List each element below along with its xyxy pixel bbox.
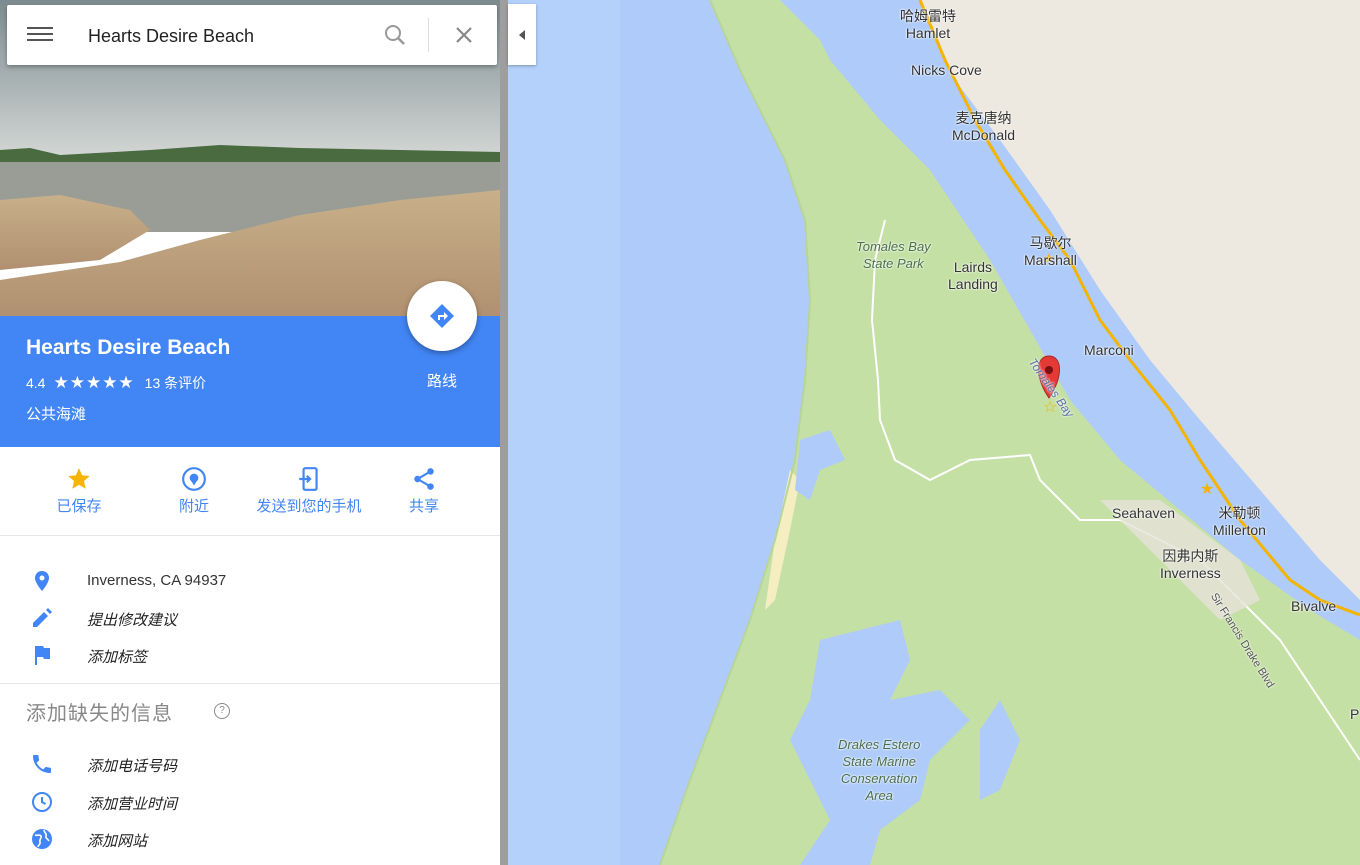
nearby-label: 附近 — [178, 498, 209, 515]
suggest-edit-text: 提出修改建议 — [87, 612, 178, 629]
panel-edge — [500, 0, 508, 865]
action-bar: 已保存 附近 发送到您的手机 共享 — [0, 447, 500, 536]
map-label: 因弗内斯 Inverness — [1160, 548, 1221, 581]
add-label-row[interactable]: 添加标签 — [0, 637, 500, 673]
address-text: Inverness, CA 94937 — [87, 572, 227, 589]
add-website-row[interactable]: 添加网站 — [0, 821, 500, 857]
directions-button[interactable] — [407, 281, 477, 351]
star-icon — [68, 468, 90, 489]
add-phone-row[interactable]: 添加电话号码 — [0, 746, 500, 782]
map-label: Seahaven — [1112, 505, 1176, 521]
search-input[interactable] — [86, 19, 370, 53]
add-label-text: 添加标签 — [87, 649, 148, 666]
pencil-icon — [33, 608, 52, 627]
rating-row: 4.4 ★★★★★ 13 条评价 — [26, 373, 206, 393]
map-label: Drakes Estero State Marine Conservation Are… — [838, 737, 921, 803]
send-to-phone-label: 发送到您的手机 — [256, 498, 362, 515]
map-label: P — [1350, 706, 1360, 722]
place-category[interactable]: 公共海滩 — [26, 403, 86, 424]
send-to-phone-button[interactable]: 发送到您的手机 — [254, 463, 364, 516]
map-label: Marconi — [1084, 342, 1134, 358]
add-website-text: 添加网站 — [87, 833, 148, 850]
chevron-left-icon — [519, 29, 525, 40]
map-label: Tomales Bay State Park — [856, 239, 931, 271]
map-graphics: ☆ ★ ★ — [500, 0, 1360, 865]
send-to-phone-icon — [299, 467, 318, 491]
share-button[interactable]: 共享 — [404, 463, 444, 516]
address-row[interactable]: Inverness, CA 94937 — [0, 563, 500, 599]
search-box — [7, 5, 497, 65]
map-label: Bivalve — [1291, 598, 1337, 614]
svg-text:★: ★ — [1200, 479, 1214, 498]
share-icon — [414, 468, 434, 490]
suggest-edit-row[interactable]: 提出修改建议 — [0, 600, 500, 636]
rating-stars: ★★★★★ — [53, 373, 135, 392]
map-label: 麦克唐纳 McDonald — [952, 110, 1016, 143]
divider — [428, 18, 429, 52]
share-label: 共享 — [408, 498, 439, 515]
location-pin-icon — [35, 571, 49, 591]
place-panel: Hearts Desire Beach 4.4 ★★★★★ 13 条评价 公共海… — [0, 0, 500, 865]
map-label: Lairds Landing — [948, 259, 998, 292]
map-label: 米勒顿 Millerton — [1213, 505, 1266, 538]
review-count-link[interactable]: 13 条评价 — [145, 373, 206, 393]
place-title: Hearts Desire Beach — [26, 336, 231, 359]
missing-info-heading: 添加缺失的信息 — [26, 703, 173, 725]
flag-icon — [35, 646, 50, 665]
hamburger-menu-icon[interactable] — [27, 23, 53, 47]
clock-icon — [32, 792, 52, 812]
phone-icon — [33, 755, 51, 773]
nearby-button[interactable]: 附近 — [170, 463, 218, 516]
close-icon[interactable] — [452, 23, 476, 47]
map-label: 马歇尔 Marshall — [1024, 235, 1077, 268]
help-icon[interactable]: ? — [214, 703, 230, 719]
map-label: Nicks Cove — [911, 62, 982, 78]
collapse-panel-button[interactable] — [508, 4, 536, 65]
add-hours-text: 添加营业时间 — [87, 796, 178, 813]
add-phone-text: 添加电话号码 — [87, 758, 178, 775]
divider — [0, 683, 500, 684]
nearby-icon — [182, 467, 206, 491]
directions-icon — [430, 304, 454, 328]
rating-value: 4.4 — [26, 375, 46, 391]
directions-label[interactable]: 路线 — [416, 370, 468, 391]
add-hours-row[interactable]: 添加营业时间 — [0, 784, 500, 820]
map-label: 哈姆雷特 Hamlet — [900, 8, 956, 41]
map-canvas[interactable]: ☆ ★ ★ 哈姆雷特 Hamlet Nicks Cove 麦克唐纳 McDonald… — [500, 0, 1360, 865]
saved-button[interactable]: 已保存 — [50, 463, 108, 516]
saved-label: 已保存 — [56, 498, 102, 515]
search-icon[interactable] — [383, 23, 407, 47]
globe-icon — [32, 829, 52, 849]
